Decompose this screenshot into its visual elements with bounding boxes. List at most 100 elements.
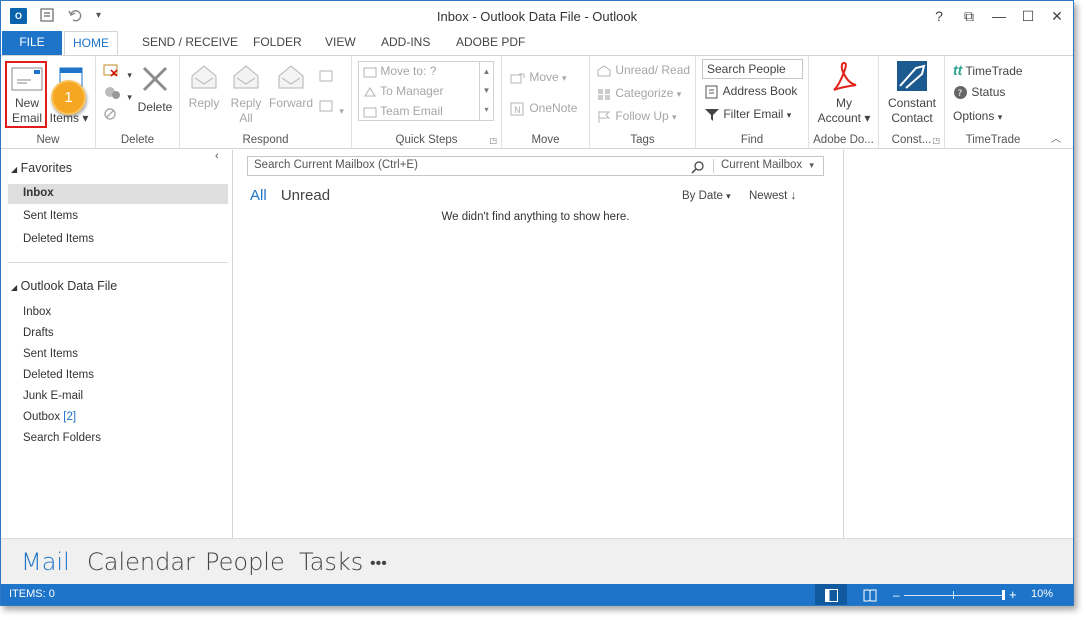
maximize-button[interactable]: ☐ [1015,5,1041,27]
tab-view[interactable]: VIEW [317,31,364,55]
dialog-launcher-icon[interactable]: ◳ [932,136,940,145]
nav-mail[interactable]: Mail [21,548,70,576]
zoom-level[interactable]: 10% [1031,588,1053,600]
address-book-button[interactable]: Address Book [704,84,797,99]
folder-outbox[interactable]: Outbox [2] [23,411,76,423]
my-account-label-line2: Account [817,111,861,125]
constant-contact-button[interactable]: Constant Contact [881,60,943,126]
quick-step-to-manager[interactable]: To Manager [363,84,444,98]
dialog-launcher-icon[interactable]: ◳ [489,136,497,145]
reply-all-button[interactable]: Reply All [226,62,266,126]
reply-button[interactable]: Reply [184,62,224,111]
timetrade-button[interactable]: tt TimeTrade [953,62,1023,78]
follow-up-button[interactable]: Follow Up ▾ [596,109,677,124]
folder-search-folders[interactable]: Search Folders [23,432,101,444]
folder-deleted-items[interactable]: Deleted Items [23,369,94,381]
ribbon-tabs: FILE HOME SEND / RECEIVE FOLDER VIEW ADD… [1,31,1073,56]
collapse-arrow-icon: ◢ [11,165,18,174]
search-people-input[interactable]: Search People [702,59,803,79]
ignore-icon[interactable]: ▾ [102,62,132,81]
mailbox-search: Search Current Mailbox (Ctrl+E) Current … [247,156,824,176]
folder-junk-email[interactable]: Junk E-mail [23,390,83,402]
sort-by-dropdown[interactable]: By Date ▾ [682,190,731,202]
my-account-label-line1: My [836,96,852,110]
sort-order-toggle[interactable]: Newest ↓ [749,190,796,202]
quick-step-team-email[interactable]: Team Email [363,104,443,118]
meeting-reply-icon[interactable] [318,68,336,87]
filter-unread[interactable]: Unread [281,187,330,204]
folder-drafts[interactable]: Drafts [23,327,54,339]
move-button[interactable]: Move ▾ [510,70,567,85]
collapse-ribbon-icon[interactable]: ︿ [1051,130,1061,145]
more-respond-icon[interactable]: ▾ [318,98,344,117]
mailbox-search-input[interactable]: Search Current Mailbox (Ctrl+E) [254,159,418,171]
arrow-down-icon: ↓ [790,190,797,202]
group-label-adobe: Adobe Do... [813,134,874,146]
favorite-inbox[interactable]: Inbox [23,187,54,199]
delete-button[interactable]: Delete [134,64,176,115]
close-button[interactable]: ✕ [1044,5,1070,27]
quick-step-move-to[interactable]: Move to: ? [363,64,436,78]
ribbon-display-options-button[interactable]: ⧉ [956,5,982,27]
status-button[interactable]: ? Status [953,85,1005,100]
reply-label: Reply [188,96,220,110]
tab-adobe-pdf[interactable]: ADOBE PDF [448,31,533,55]
reading-view-icon[interactable] [863,589,877,602]
favorite-sent-items[interactable]: Sent Items [23,210,78,222]
junk-icon[interactable] [102,106,124,125]
tab-file[interactable]: FILE [2,31,62,55]
status-icon: ? [954,86,967,100]
search-icon[interactable] [691,160,705,174]
ribbon: New Email Items ▾ New ▾ ▾ Delete Delete … [1,55,1073,149]
nav-tasks[interactable]: Tasks [299,548,363,576]
normal-view-button[interactable] [815,584,847,605]
categorize-button[interactable]: Categorize ▾ [596,86,681,101]
reply-icon [191,65,217,89]
my-account-button[interactable]: My Account ▾ [813,60,875,126]
filter-all[interactable]: All [250,187,267,204]
folder-inbox[interactable]: Inbox [23,306,51,318]
folder-sent-items[interactable]: Sent Items [23,348,78,360]
filter-email-button[interactable]: Filter Email ▾ [704,107,791,122]
search-divider [713,159,714,173]
tab-home[interactable]: HOME [64,31,118,56]
favorites-header[interactable]: ◢ Favorites [11,161,72,175]
clean-up-icon[interactable]: ▾ [102,84,132,103]
search-scope-dropdown[interactable]: Current Mailbox ▾ [721,159,814,171]
unread-read-button[interactable]: Unread/ Read [596,63,690,78]
nav-calendar[interactable]: Calendar [87,548,195,576]
tab-add-ins[interactable]: ADD-INS [373,31,438,55]
favorite-deleted-items[interactable]: Deleted Items [23,233,94,245]
group-label-tags: Tags [630,134,655,146]
filter-email-label: Filter Email [723,107,784,121]
quick-steps-gallery[interactable]: Move to: ? To Manager Team Email ▲ ▼ ▾ [358,61,494,121]
help-button[interactable]: ? [926,5,952,27]
zoom-slider-thumb[interactable] [1002,590,1005,600]
zoom-out-icon[interactable]: – [893,588,900,602]
constant-contact-label-line2: Contact [891,111,933,125]
options-button[interactable]: Options ▾ [953,109,1002,123]
adobe-acrobat-icon [833,61,857,91]
folder-outbox-label: Outbox [23,411,61,423]
minimize-folder-pane-icon[interactable]: ‹ [215,150,219,162]
onenote-button[interactable]: N OneNote [510,101,577,116]
forward-icon [278,65,304,89]
tab-folder[interactable]: FOLDER [245,31,310,55]
quick-steps-scroll[interactable]: ▲ ▼ ▾ [479,62,493,120]
zoom-in-icon[interactable]: + [1009,587,1017,602]
nav-more-icon[interactable]: ••• [370,553,387,573]
reading-pane-divider [843,150,844,538]
unread-read-label: Unread/ Read [615,63,691,77]
quick-step-to-manager-label: To Manager [380,84,444,98]
tab-send-receive[interactable]: SEND / RECEIVE [134,31,246,55]
group-label-new: New [36,134,60,146]
outlook-data-file-header[interactable]: ◢ Outlook Data File [11,279,117,293]
constant-contact-label-line1: Constant [887,96,937,110]
group-adobe: My Account ▾ Adobe Do... [809,56,879,148]
zoom-slider[interactable] [904,595,1004,596]
outlook-data-file-label: Outlook Data File [20,279,118,293]
minimize-button[interactable]: — [986,5,1012,27]
forward-button[interactable]: Forward [268,62,314,111]
nav-people[interactable]: People [205,548,285,576]
module-navigation: Mail Calendar People Tasks ••• [1,538,1073,584]
